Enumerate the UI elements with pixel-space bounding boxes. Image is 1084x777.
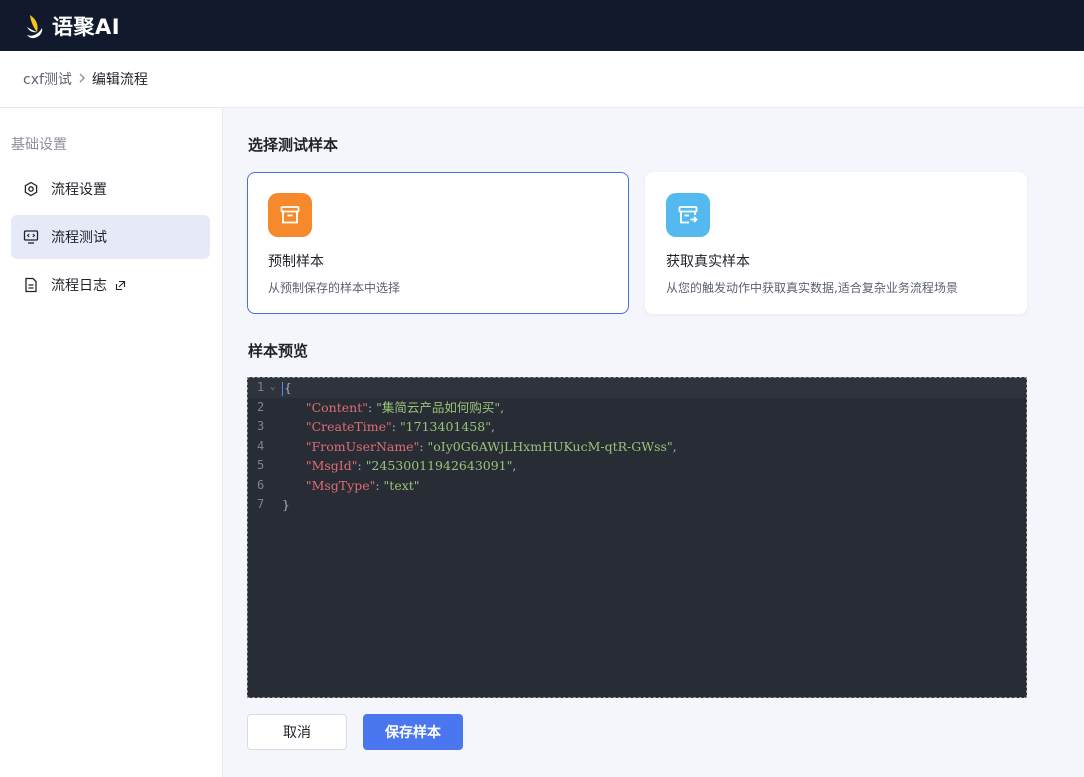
json-key: "MsgId" [305,458,358,473]
breadcrumb-parent[interactable]: cxf测试 [23,69,72,89]
json-key: "CreateTime" [305,419,392,434]
monitor-code-icon [23,229,39,245]
line-number: 3 [257,419,265,433]
line-number: 1 ⌄ [248,378,282,398]
feather-logo [27,14,43,38]
line-number: 2 [257,399,265,414]
json-value: "集简云产品如何购买" [376,399,501,415]
chevron-right-icon [78,72,86,87]
code-line: 5 "MsgId": "24530011942643091", [248,456,1026,476]
code-line: 2 "Content": "集简云产品如何购买", [248,398,1026,418]
brand-name: 语聚AI [52,14,121,39]
code-brace-open: { [284,380,292,395]
card-title: 预制样本 [268,254,324,270]
sidebar-item-label: 流程设置 [51,182,107,198]
settings-hexagon-icon [23,181,39,197]
sample-preview-title: 样本预览 [248,342,309,360]
select-sample-title: 选择测试样本 [248,136,339,154]
code-line: 6 "MsgType": "text" [248,476,1026,496]
sidebar-item-label: 流程测试 [51,230,107,246]
json-value: "text" [383,477,420,493]
code-line: 1 ⌄ { [248,378,1026,398]
card-description: 从您的触发动作中获取真实数据,适合复杂业务流程场景 [666,281,958,295]
sidebar-item-flow-log[interactable]: 流程日志 [11,263,210,307]
json-value: "1713401458" [399,419,491,434]
card-description: 从预制保存的样本中选择 [268,281,401,295]
sidebar-item-flow-test[interactable]: 流程测试 [11,215,210,259]
line-number: 7 [257,497,265,511]
fold-chevron-icon[interactable]: ⌄ [270,378,275,398]
text-caret [282,381,283,396]
main-content: 选择测试样本 预制样本 从预制保存的样本中选择 获取真实样本 从您的触发动作中获… [223,108,1084,777]
code-line: 3 "CreateTime": "1713401458", [248,417,1026,437]
top-header: 语聚AI [0,0,1084,51]
json-value: "24530011942643091" [365,458,513,473]
cancel-button[interactable]: 取消 [247,714,347,750]
document-icon [23,277,39,293]
code-line: 4 "FromUserName": "oIy0G6AWjLHxmHUKucM-q… [248,437,1026,457]
save-sample-button[interactable]: 保存样本 [363,714,463,750]
breadcrumb-current: 编辑流程 [91,72,148,88]
archive-export-icon [666,193,710,237]
sidebar-item-flow-settings[interactable]: 流程设置 [11,167,210,211]
line-number: 5 [257,458,265,472]
json-value: "oIy0G6AWjLHxmHUKucM-qtR-GWss" [427,438,673,454]
sidebar: 基础设置 流程设置 流程测试 流程日志 [0,108,223,777]
code-editor[interactable]: 1 ⌄ { 2 "Content": "集简云产品如何购买", 3 "Create… [247,377,1027,698]
brand[interactable]: 语聚AI [24,11,120,41]
preset-sample-card[interactable]: 预制样本 从预制保存的样本中选择 [247,172,629,314]
real-sample-card[interactable]: 获取真实样本 从您的触发动作中获取真实数据,适合复杂业务流程场景 [645,172,1027,314]
code-line: 7 } [248,495,1026,515]
json-key: "Content" [305,399,368,415]
archive-box-icon [268,193,312,237]
json-key: "MsgType" [305,477,376,493]
sidebar-section-title: 基础设置 [11,137,67,153]
sidebar-item-label: 流程日志 [51,278,107,294]
breadcrumb: cxf测试 编辑流程 [0,51,1084,108]
code-brace-close: } [282,497,290,512]
card-title: 获取真实样本 [666,254,750,270]
line-number: 6 [257,477,265,492]
json-key: "FromUserName" [305,438,420,454]
line-number: 4 [257,438,265,453]
external-link-icon[interactable] [115,280,126,291]
